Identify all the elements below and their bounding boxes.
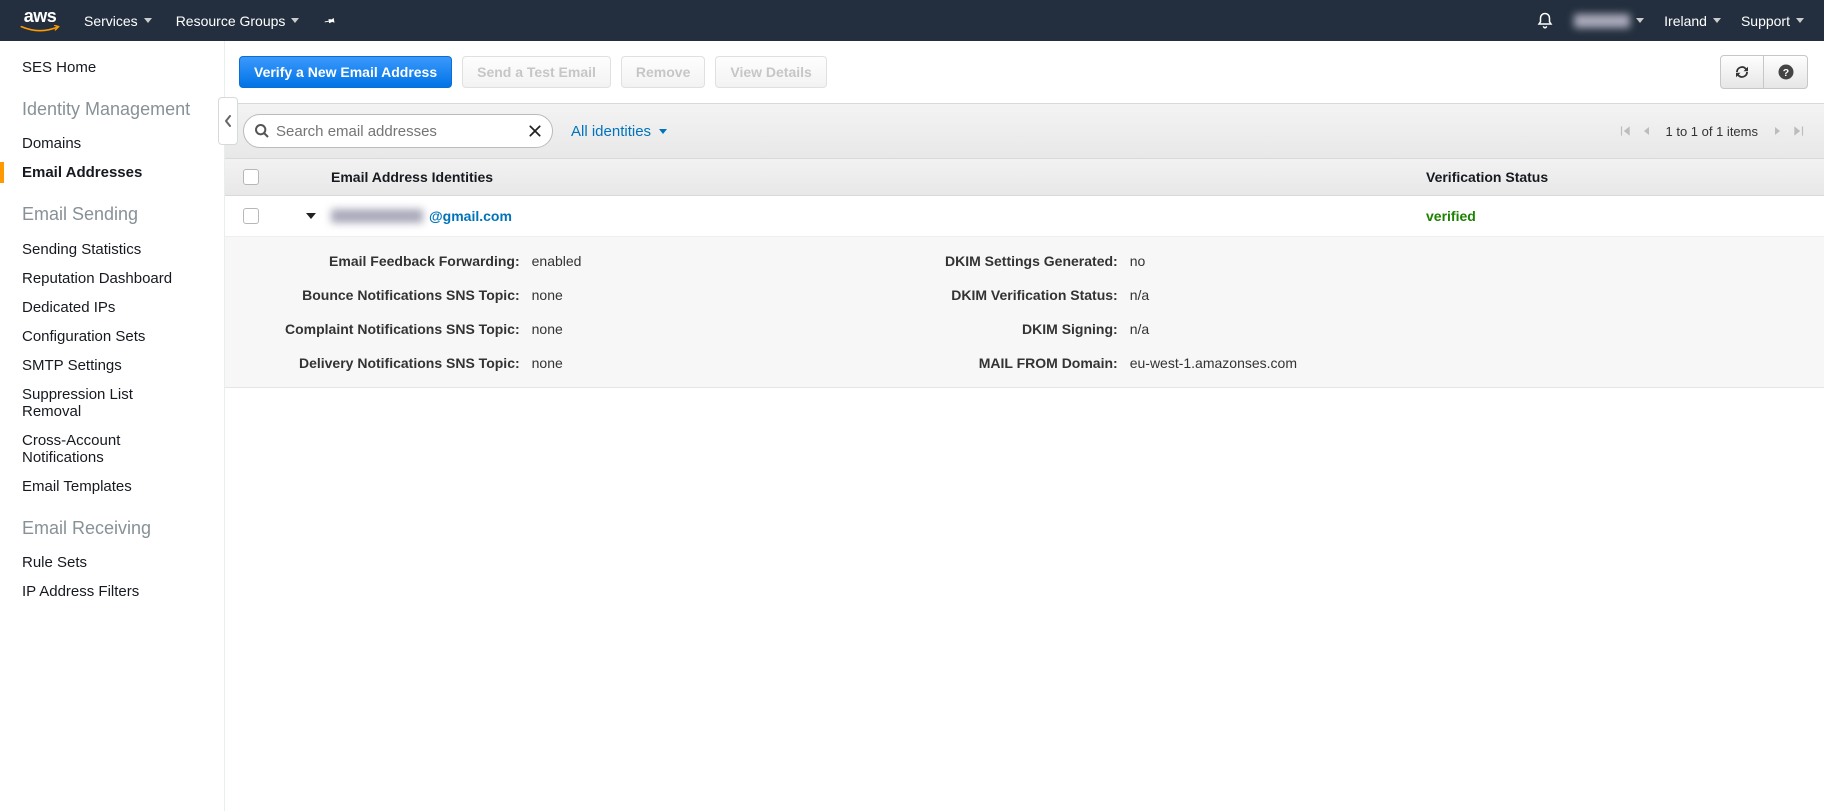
value-dkim-verification: n/a [1130,287,1565,303]
help-button[interactable]: ? [1764,55,1808,89]
table-header: Email Address Identities Verification St… [225,159,1824,196]
svg-text:?: ? [1782,67,1788,79]
sidebar-rule-sets[interactable]: Rule Sets [22,554,210,571]
select-all-checkbox[interactable] [243,169,259,185]
nav-support-label: Support [1741,13,1790,29]
refresh-icon [1733,63,1751,81]
account-name-masked [1574,14,1630,28]
column-status-header[interactable]: Verification Status [1426,169,1806,185]
help-icon: ? [1777,63,1795,81]
sidebar-domains[interactable]: Domains [22,135,210,152]
clear-search-icon[interactable] [528,124,542,138]
send-test-email-button[interactable]: Send a Test Email [462,56,611,88]
sidebar-smtp-settings[interactable]: SMTP Settings [22,357,210,374]
value-delivery-sns: none [532,355,905,371]
aws-logo[interactable]: aws [20,7,60,35]
main-content: Verify a New Email Address Send a Test E… [225,41,1824,811]
value-mail-from-domain: eu-west-1.amazonses.com [1130,355,1565,371]
label-dkim-signing: DKIM Signing: [945,321,1118,337]
value-bounce-sns: none [532,287,905,303]
filter-bar: All identities 1 to 1 of 1 items [225,103,1824,159]
detail-right-col: DKIM Settings Generated: no DKIM Verific… [945,253,1565,371]
label-dkim-generated: DKIM Settings Generated: [945,253,1118,269]
nav-region[interactable]: Ireland [1664,13,1721,29]
refresh-button[interactable] [1720,55,1764,89]
verify-new-email-button[interactable]: Verify a New Email Address [239,56,452,88]
table-row: @gmail.com verified [225,196,1824,237]
caret-down-icon [144,18,152,23]
search-box [243,114,553,148]
sidebar-email-templates[interactable]: Email Templates [22,478,210,495]
pin-icon[interactable] [321,11,340,30]
pager: 1 to 1 of 1 items [1618,124,1807,139]
caret-down-icon [291,18,299,23]
search-icon [254,123,270,139]
row-expand-toggle[interactable] [291,211,331,221]
chevron-down-icon [305,211,317,221]
value-dkim-signing: n/a [1130,321,1565,337]
email-suffix: @gmail.com [429,208,512,224]
pager-first[interactable] [1618,124,1632,138]
nav-services-label: Services [84,13,138,29]
detail-left-col: Email Feedback Forwarding: enabled Bounc… [285,253,905,371]
sidebar-ip-address-filters[interactable]: IP Address Filters [22,583,210,600]
label-mail-from-domain: MAIL FROM Domain: [945,355,1118,371]
pager-prev[interactable] [1640,124,1652,138]
label-complaint-sns: Complaint Notifications SNS Topic: [285,321,520,337]
identity-filter-dropdown[interactable]: All identities [571,123,667,140]
label-dkim-verification: DKIM Verification Status: [945,287,1118,303]
nav-resource-groups-label: Resource Groups [176,13,286,29]
sidebar-suppression-list-removal[interactable]: Suppression List Removal [22,386,172,420]
pager-next[interactable] [1772,124,1784,138]
identity-filter-label: All identities [571,123,651,140]
sidebar-collapse-handle[interactable] [218,97,238,145]
aws-swoosh-icon [20,25,60,35]
pager-text: 1 to 1 of 1 items [1666,124,1759,139]
chevron-left-icon [224,115,232,127]
sidebar-section-receiving: Email Receiving [22,517,210,540]
sidebar-email-addresses[interactable]: Email Addresses [22,164,142,181]
sidebar-cross-account-notifications[interactable]: Cross-Account Notifications [22,432,172,466]
remove-button[interactable]: Remove [621,56,705,88]
label-feedback-forwarding: Email Feedback Forwarding: [285,253,520,269]
notifications-icon[interactable] [1536,12,1554,30]
page-body: SES Home Identity Management Domains Ema… [0,41,1824,811]
nav-region-label: Ireland [1664,13,1707,29]
row-email-link[interactable]: @gmail.com [331,208,1426,224]
sidebar-section-sending: Email Sending [22,203,210,226]
sidebar-reputation-dashboard[interactable]: Reputation Dashboard [22,270,210,287]
caret-down-icon [659,129,667,134]
value-complaint-sns: none [532,321,905,337]
value-dkim-generated: no [1130,253,1565,269]
sidebar-sending-statistics[interactable]: Sending Statistics [22,241,210,258]
sidebar-dedicated-ips[interactable]: Dedicated IPs [22,299,210,316]
pager-last[interactable] [1792,124,1806,138]
sidebar-ses-home[interactable]: SES Home [22,59,210,76]
label-bounce-sns: Bounce Notifications SNS Topic: [285,287,520,303]
top-nav: aws Services Resource Groups Ireland Sup… [0,0,1824,41]
nav-support[interactable]: Support [1741,13,1804,29]
sidebar-section-identity: Identity Management [22,98,210,121]
caret-down-icon [1713,18,1721,23]
nav-resource-groups[interactable]: Resource Groups [176,13,300,29]
email-localpart-masked [331,209,423,223]
row-detail-panel: Email Feedback Forwarding: enabled Bounc… [225,237,1824,388]
column-email-header[interactable]: Email Address Identities [331,169,1426,185]
sidebar: SES Home Identity Management Domains Ema… [0,41,225,811]
caret-down-icon [1636,18,1644,23]
nav-services[interactable]: Services [84,13,152,29]
label-delivery-sns: Delivery Notifications SNS Topic: [285,355,520,371]
toolbar: Verify a New Email Address Send a Test E… [225,41,1824,103]
caret-down-icon [1796,18,1804,23]
row-status: verified [1426,208,1806,224]
nav-account[interactable] [1574,14,1644,28]
view-details-button[interactable]: View Details [715,56,826,88]
value-feedback-forwarding: enabled [532,253,905,269]
sidebar-configuration-sets[interactable]: Configuration Sets [22,328,210,345]
search-input[interactable] [276,123,522,140]
row-checkbox[interactable] [243,208,259,224]
